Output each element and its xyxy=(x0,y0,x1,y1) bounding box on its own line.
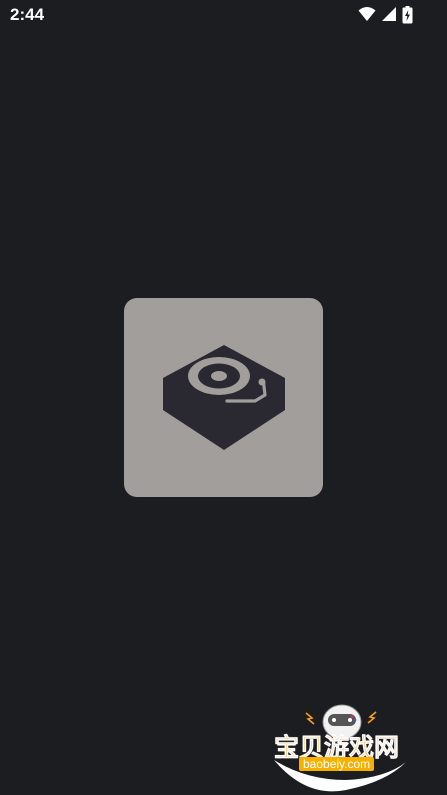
status-bar: 2:44 xyxy=(0,0,447,32)
status-icons xyxy=(358,5,413,25)
splash-screen: 2:44 宝贝游戏网 baobeiy.com xyxy=(0,0,447,795)
watermark-url: baobeiy.com xyxy=(299,757,375,771)
watermark: 宝贝游戏网 baobeiy.com xyxy=(266,700,416,792)
turntable-icon xyxy=(163,345,285,450)
cellular-signal-icon xyxy=(381,6,397,24)
app-icon-tile xyxy=(124,298,323,497)
wifi-icon xyxy=(358,6,376,24)
status-time: 2:44 xyxy=(10,5,45,24)
battery-charging-icon xyxy=(402,6,413,24)
